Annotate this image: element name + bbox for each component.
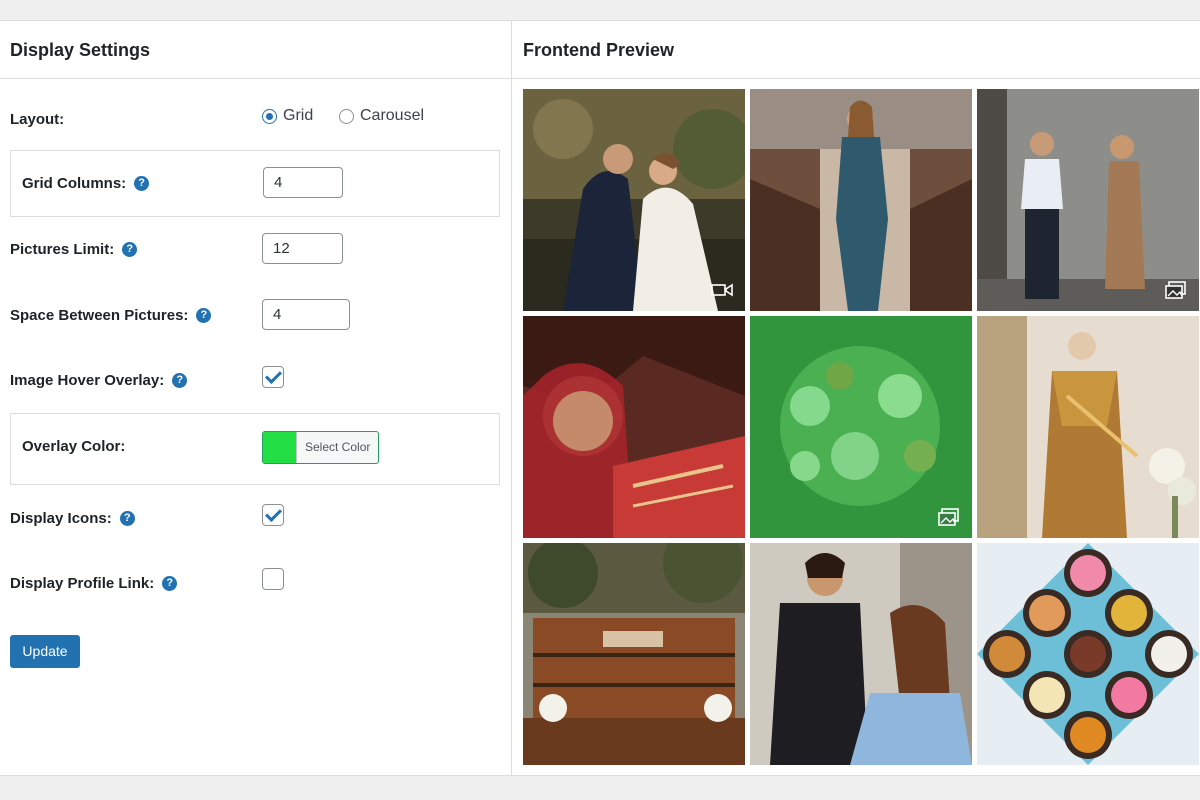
pictures-limit-label: Pictures Limit: ? xyxy=(10,241,138,258)
pictures-limit-input[interactable]: 12 xyxy=(262,233,343,264)
preview-image-couple[interactable] xyxy=(977,89,1199,311)
bar-photo xyxy=(523,543,745,765)
dress-photo xyxy=(750,89,972,311)
overlay-color-label: Overlay Color: xyxy=(22,438,126,455)
select-color-button[interactable]: Select Color xyxy=(262,431,380,464)
settings-container: Display Settings Layout: Grid Carousel G… xyxy=(0,20,1200,776)
mannequin-photo xyxy=(977,316,1199,538)
grid-columns-input[interactable]: 4 xyxy=(263,167,343,198)
display-icons-checkbox[interactable] xyxy=(262,504,284,526)
preview-image-sweets[interactable] xyxy=(977,543,1199,765)
profile-link-label: Display Profile Link: ? xyxy=(10,575,178,592)
help-icon[interactable]: ? xyxy=(122,242,138,257)
carousel-option-label: Carousel xyxy=(360,107,425,124)
help-icon[interactable]: ? xyxy=(172,373,188,388)
display-settings-title: Display Settings xyxy=(0,21,511,79)
select-color-label: Select Color xyxy=(296,432,378,463)
overlay-color-row: Overlay Color: Select Color xyxy=(10,413,500,485)
help-icon[interactable]: ? xyxy=(196,308,212,323)
bride-photo xyxy=(523,316,745,538)
layout-grid-radio[interactable]: Grid xyxy=(262,107,313,125)
help-icon[interactable]: ? xyxy=(119,511,135,526)
preview-image-bride[interactable] xyxy=(523,316,745,538)
frontend-preview-panel: Frontend Preview xyxy=(512,21,1200,775)
sweets-photo xyxy=(977,543,1199,765)
display-icons-row: Display Icons: ? xyxy=(0,487,500,551)
radio-grid-indicator[interactable] xyxy=(262,108,277,124)
hover-overlay-row: Image Hover Overlay: ? xyxy=(0,350,500,413)
gallery-icon xyxy=(1165,281,1186,299)
help-icon[interactable]: ? xyxy=(134,176,150,191)
grid-option-label: Grid xyxy=(283,107,314,124)
hover-overlay-checkbox[interactable] xyxy=(262,366,284,388)
grid-columns-row: Grid Columns: ? 4 xyxy=(10,150,500,217)
profile-link-row: Display Profile Link: ? xyxy=(0,551,500,617)
display-settings-panel: Display Settings Layout: Grid Carousel G… xyxy=(0,21,512,775)
preview-grid xyxy=(523,89,1199,765)
preview-image-dress[interactable] xyxy=(750,89,972,311)
update-button[interactable]: Update xyxy=(10,635,80,668)
preview-image-makeup[interactable] xyxy=(750,543,972,765)
display-icons-label: Display Icons: ? xyxy=(10,510,135,527)
space-between-label: Space Between Pictures: ? xyxy=(10,307,212,324)
video-icon xyxy=(711,283,733,297)
grid-columns-label: Grid Columns: ? xyxy=(22,175,150,192)
wedding-photo xyxy=(523,89,745,311)
couple-photo xyxy=(977,89,1199,311)
gallery-icon xyxy=(938,508,959,526)
space-between-input[interactable]: 4 xyxy=(262,299,350,330)
layout-carousel-radio[interactable]: Carousel xyxy=(339,107,424,125)
preview-image-bouquet[interactable] xyxy=(750,316,972,538)
pictures-limit-row: Pictures Limit: ? 12 xyxy=(0,218,500,284)
makeup-photo xyxy=(750,543,972,765)
radio-carousel-indicator[interactable] xyxy=(339,108,354,124)
help-icon[interactable]: ? xyxy=(162,576,178,591)
preview-image-mannequin[interactable] xyxy=(977,316,1199,538)
space-between-row: Space Between Pictures: ? 4 xyxy=(0,284,500,350)
preview-image-wedding[interactable] xyxy=(523,89,745,311)
hover-overlay-label: Image Hover Overlay: ? xyxy=(10,372,188,389)
color-swatch[interactable] xyxy=(263,432,296,463)
profile-link-checkbox[interactable] xyxy=(262,568,284,590)
layout-label: Layout: xyxy=(10,111,65,128)
bouquet-photo xyxy=(750,316,972,538)
preview-image-bar[interactable] xyxy=(523,543,745,765)
frontend-preview-title: Frontend Preview xyxy=(512,21,1200,79)
layout-row: Layout: Grid Carousel xyxy=(0,79,500,149)
